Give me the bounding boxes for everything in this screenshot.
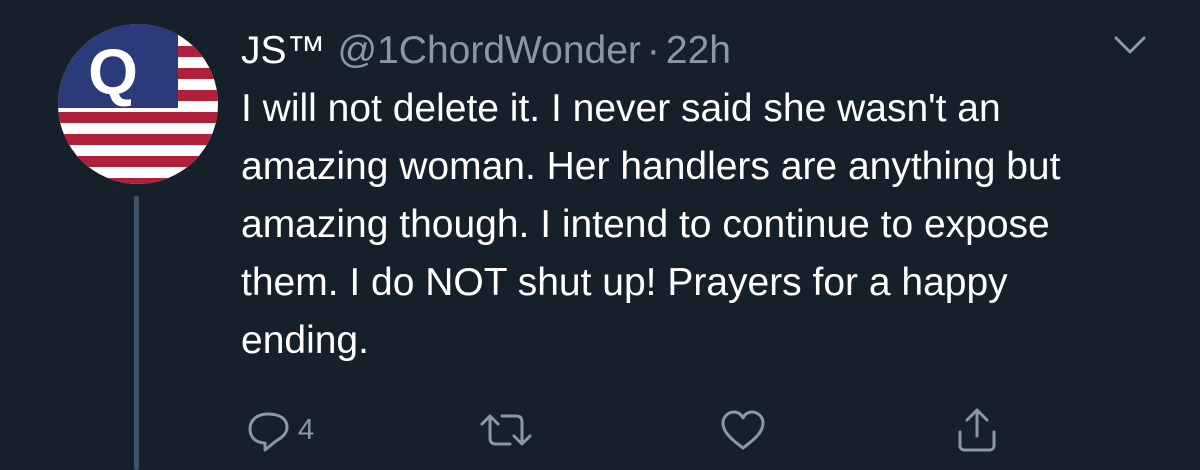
share-button[interactable] — [952, 405, 1002, 455]
tweet-header: JS™ @1ChordWonder · 22h — [241, 26, 731, 76]
reply-count: 4 — [298, 413, 315, 446]
display-name[interactable]: JS™ — [241, 26, 326, 76]
avatar[interactable]: Q — [58, 24, 218, 184]
share-icon — [958, 408, 996, 452]
reply-button[interactable]: 4 — [244, 405, 314, 455]
handle[interactable]: @1ChordWonder — [338, 26, 641, 76]
separator-dot: · — [646, 29, 660, 72]
action-bar: 4 — [0, 405, 1200, 455]
chevron-down-icon[interactable] — [1110, 30, 1150, 60]
avatar-letter: Q — [88, 36, 138, 108]
tweet[interactable]: Q JS™ @1ChordWonder · 22h I will not del… — [0, 0, 1200, 470]
like-icon — [721, 410, 765, 450]
reply-icon — [248, 412, 289, 452]
tweet-text: I will not delete it. I never said she w… — [241, 87, 1061, 362]
timestamp[interactable]: 22h — [666, 26, 731, 76]
retweet-button[interactable] — [476, 405, 536, 455]
like-button[interactable] — [718, 405, 768, 455]
q-flag-avatar-image: Q — [58, 24, 218, 184]
retweet-icon — [480, 414, 532, 446]
